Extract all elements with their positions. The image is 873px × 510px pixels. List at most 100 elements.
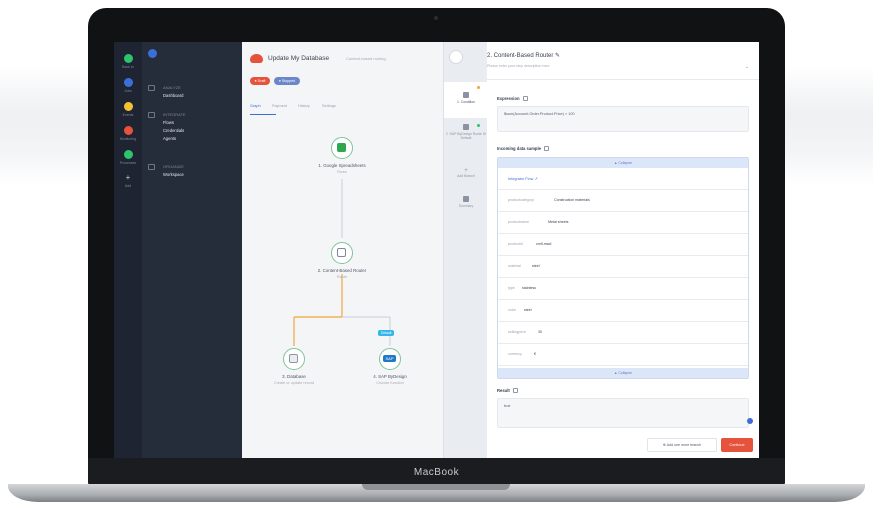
rail-item-add[interactable]: + Add	[114, 173, 142, 189]
panel-header: 2. Content-Based Router ✎ Please enter y…	[487, 42, 759, 80]
nav-caption: ANALYZE	[163, 85, 181, 90]
step-sap-route[interactable]: 2. SAP ByDesign Route ID Default	[444, 120, 488, 154]
router-icon	[337, 248, 346, 257]
step-label: Summary	[458, 204, 474, 208]
back-icon	[123, 54, 133, 63]
icon-rail: Back to Jobs Events Monitoring Processes…	[114, 42, 142, 458]
summary-icon	[463, 196, 469, 202]
step-sidebar: 1. Condition 2. SAP ByDesign Route ID De…	[443, 42, 488, 458]
step-label: 2. SAP ByDesign Route ID Default	[445, 132, 487, 140]
nav-link-agents[interactable]: Agents	[163, 136, 176, 141]
sample-key: color	[508, 308, 516, 312]
chart-icon	[148, 85, 155, 91]
step-detail-panel: 2. Content-Based Router ✎ Please enter y…	[449, 42, 759, 458]
step-summary[interactable]: Summary	[444, 196, 488, 216]
rail-item-events[interactable]: Events	[114, 102, 142, 117]
refresh-icon[interactable]	[747, 418, 753, 424]
sample-key: productcategory	[508, 198, 534, 202]
rail-item-processes[interactable]: Processes	[114, 150, 142, 165]
sample-label-text: Incoming data sample	[497, 146, 541, 151]
node-google-sheets[interactable]	[331, 137, 353, 159]
logo-icon	[148, 49, 157, 58]
rail-label: Back to	[122, 65, 134, 69]
sample-row: currency €	[498, 344, 748, 366]
filter-icon	[463, 124, 469, 130]
rail-label: Monitoring	[119, 137, 137, 141]
rail-item-back[interactable]: Back to	[114, 54, 142, 69]
result-output: true	[497, 398, 749, 428]
sample-key: productid	[508, 242, 523, 246]
sample-row: productid cmlf-mwd	[498, 234, 748, 256]
expression-label-text: Expression	[497, 96, 520, 101]
sample-key: productname	[508, 220, 529, 224]
sample-row: productcategory Construction materials	[498, 190, 748, 212]
incoming-data-sample: ▲ Collapse Integrator Flow ↗ productcate…	[497, 157, 749, 379]
help-icon[interactable]	[512, 388, 518, 394]
continue-button[interactable]: Continue	[721, 438, 753, 452]
nav-caption: INTEGRATE	[163, 112, 186, 117]
workflow-canvas: Update My Database Content-based routing…	[242, 42, 443, 458]
sample-value: cmlf-mwd	[536, 242, 552, 246]
help-icon[interactable]	[522, 96, 528, 102]
help-icon[interactable]	[543, 146, 549, 152]
app-screen: Back to Jobs Events Monitoring Processes…	[114, 42, 759, 458]
device-brand: MacBook	[413, 467, 460, 478]
sample-value: Metal sheets	[548, 220, 569, 224]
sample-value: Construction materials	[554, 198, 590, 202]
events-icon	[123, 102, 133, 111]
rail-label: Events	[122, 113, 134, 117]
sample-key: currency	[508, 352, 522, 356]
step-add-branch[interactable]: + Add Branch	[444, 168, 488, 188]
node-title: 3. Database	[282, 374, 306, 379]
node-title: 1. Google Spreadsheets	[318, 163, 366, 168]
plus-icon: +	[125, 173, 131, 182]
sample-row: productname Metal sheets	[498, 212, 748, 234]
camera	[434, 16, 438, 20]
node-subtitle: Route	[336, 275, 348, 279]
rail-label: Jobs	[124, 89, 132, 93]
sample-value: steel	[532, 264, 540, 268]
panel-description[interactable]: Please enter your step description here	[487, 64, 550, 68]
database-icon	[289, 354, 298, 363]
step-status-dot	[477, 124, 480, 127]
sample-row: type stainless	[498, 278, 748, 300]
sample-row: sellingprice 30	[498, 322, 748, 344]
collapse-button-bottom[interactable]: ▲ Collapse	[498, 368, 748, 378]
node-database[interactable]	[283, 348, 305, 370]
sheets-icon	[337, 143, 346, 152]
result-label-text: Result	[497, 388, 510, 393]
collapse-button-top[interactable]: ▲ Collapse	[498, 158, 748, 168]
node-sap-bydesign[interactable]: SAP	[379, 348, 401, 370]
sample-row: color steel	[498, 300, 748, 322]
rail-item-jobs[interactable]: Jobs	[114, 78, 142, 93]
rail-label: Add	[124, 184, 132, 188]
sample-key: type	[508, 286, 515, 290]
stage: MacBook Back to Jobs Events Monitoring P…	[0, 0, 873, 510]
sample-key: material	[508, 264, 521, 268]
step-label: 1. Condition	[456, 100, 476, 104]
nav-link-workspace[interactable]: Workspace	[163, 172, 184, 177]
panel-title[interactable]: 2. Content-Based Router ✎	[487, 52, 560, 59]
monitoring-icon	[123, 126, 133, 135]
step-condition[interactable]: 1. Condition	[444, 82, 488, 118]
router-step-icon	[449, 50, 463, 64]
triangle-icon	[148, 164, 155, 170]
link-icon	[148, 112, 155, 118]
expression-label: Expression	[497, 96, 528, 102]
nav-link-dashboard[interactable]: Dashboard	[163, 93, 184, 98]
laptop-notch	[362, 484, 510, 490]
integrator-flow-link[interactable]: Integrator Flow ↗	[508, 176, 538, 181]
processes-icon	[123, 150, 133, 159]
sample-value: stainless	[522, 286, 536, 290]
rail-item-monitoring[interactable]: Monitoring	[114, 126, 142, 141]
nav-link-flows[interactable]: Flows	[163, 120, 174, 125]
nav-link-credentials[interactable]: Credentials	[163, 128, 184, 133]
jobs-icon	[123, 78, 133, 87]
laptop-chin: MacBook	[88, 458, 785, 486]
chevron-down-icon[interactable]: ⌄	[745, 64, 749, 70]
expression-input[interactable]: $sum(Account.Order.Product.Price) > 100	[497, 106, 749, 132]
sample-value: €	[534, 352, 536, 356]
node-content-router[interactable]	[331, 242, 353, 264]
node-subtitle: Rows	[337, 170, 347, 174]
add-branch-button[interactable]: ⊕ Add one more branch	[647, 438, 717, 452]
